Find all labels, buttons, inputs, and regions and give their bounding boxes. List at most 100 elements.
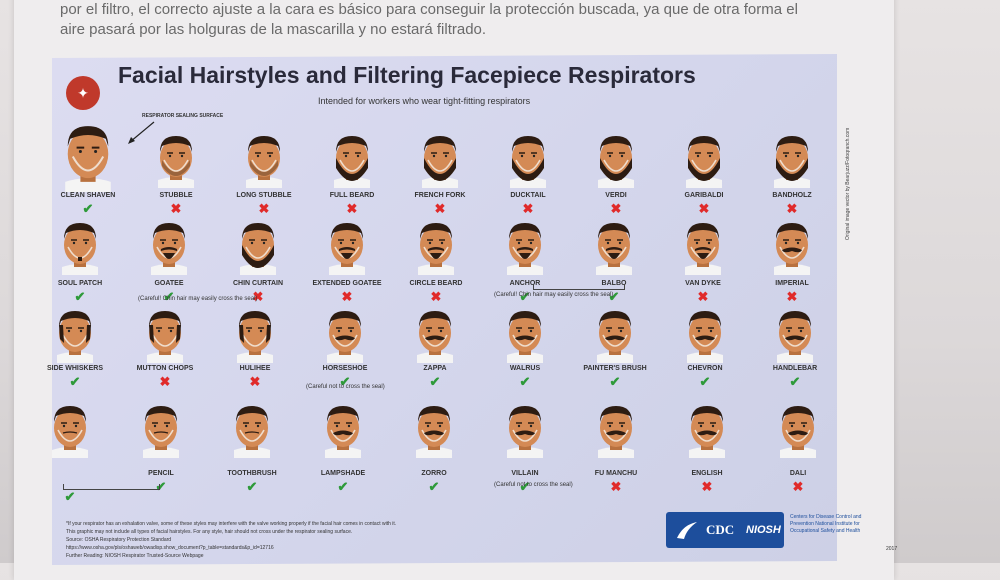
hairstyle-label: EXTENDED GOATEE — [312, 280, 382, 287]
check-icon: ✔ — [609, 374, 621, 389]
check-icon: ✔ — [337, 479, 349, 494]
hairstyle-label: HORSESHOE — [322, 365, 368, 372]
poster-code: 2017 — [886, 546, 898, 552]
hairstyle-label: BANDHOLZ — [772, 192, 812, 199]
check-icon: ✔ — [789, 374, 801, 389]
check-icon: ✔ — [82, 201, 94, 216]
cross-icon: ✖ — [786, 289, 798, 304]
hairstyle-label: CHEVRON — [687, 365, 723, 372]
face-illustration — [44, 398, 96, 458]
face-illustration — [408, 398, 460, 458]
cross-icon: ✖ — [786, 201, 798, 216]
check-icon: ✔ — [699, 374, 711, 389]
face-illustration — [588, 215, 640, 275]
hairstyle-label: WALRUS — [509, 365, 541, 372]
hairstyle-label: SOUL PATCH — [57, 280, 103, 287]
hairstyle-label: GARIBALDI — [684, 192, 724, 199]
image-credit: Original image vector by Bearjuzz/Fotoqr… — [845, 127, 851, 240]
hairstyle-label: LAMPSHADE — [320, 470, 366, 477]
cross-icon: ✖ — [701, 479, 713, 494]
cross-icon: ✖ — [610, 201, 622, 216]
hairstyle-label: IMPERIAL — [775, 280, 809, 287]
hairstyle-label: CIRCLE BEARD — [409, 280, 463, 287]
cross-icon: ✖ — [341, 289, 353, 304]
face-illustration — [499, 303, 551, 363]
cross-icon: ✖ — [249, 374, 261, 389]
hairstyle-label: FRENCH FORK — [414, 192, 466, 199]
face-illustration — [590, 398, 642, 458]
hairstyle-label: HULIHEE — [239, 365, 271, 372]
cross-icon: ✖ — [792, 479, 804, 494]
poster-footnotes: *If your respirator has an exhalation va… — [66, 520, 546, 560]
face-illustration — [319, 303, 371, 363]
face-illustration — [409, 303, 461, 363]
cdc-logo-text: CDC — [706, 522, 735, 537]
anchor-balbo-bracket — [533, 284, 625, 290]
cross-icon: ✖ — [698, 201, 710, 216]
face-illustration — [54, 116, 122, 192]
hhs-eagle-icon — [677, 522, 697, 539]
goatee-note: (Careful! Chin hair may easily cross the… — [138, 296, 258, 302]
face-illustration — [135, 398, 187, 458]
face-illustration — [502, 128, 554, 188]
pencil-bracket — [63, 484, 160, 490]
hairstyle-label: STUBBLE — [159, 192, 193, 199]
hairstyle-label: HANDLEBAR — [772, 365, 818, 372]
cross-icon: ✖ — [430, 289, 442, 304]
org-caption: Centers for Disease Control and Preventi… — [790, 514, 862, 534]
face-illustration — [681, 398, 733, 458]
hairstyle-label: FU MANCHU — [594, 470, 638, 477]
cross-icon: ✖ — [697, 289, 709, 304]
horseshoe-note: (Careful not to cross the seal) — [306, 384, 385, 390]
check-icon: ✔ — [428, 479, 440, 494]
hairstyle-label: DALI — [789, 470, 807, 477]
face-illustration — [317, 398, 369, 458]
villain-note: (Careful not to cross the seal) — [494, 482, 573, 488]
hairstyle-label: GOATEE — [154, 280, 184, 287]
article-line-2: aire pasará por las holguras de la masca… — [60, 21, 487, 38]
hairstyle-label: LONG STUBBLE — [236, 192, 292, 199]
face-illustration — [414, 128, 466, 188]
face-illustration — [410, 215, 462, 275]
footnote: This graphic may not include all types o… — [66, 529, 353, 535]
cross-icon: ✖ — [522, 201, 534, 216]
cross-icon: ✖ — [258, 201, 270, 216]
hairstyle-label: CLEAN SHAVEN — [60, 192, 116, 199]
face-illustration — [226, 398, 278, 458]
sealing-surface-label: RESPIRATOR SEALING SURFACE — [142, 113, 224, 119]
face-illustration — [499, 398, 551, 458]
face-illustration — [150, 128, 202, 188]
check-icon: ✔ — [519, 374, 531, 389]
face-illustration — [590, 128, 642, 188]
hairstyle-label: SIDE WHISKERS — [46, 365, 104, 372]
cdc-niosh-logo: CDC NIOSH — [666, 512, 784, 548]
cross-icon: ✖ — [159, 374, 171, 389]
face-illustration — [229, 303, 281, 363]
poster-subtitle: Intended for workers who wear tight-fitt… — [318, 96, 531, 106]
anchor-balbo-note: (Careful! Chin hair may easily cross the… — [494, 292, 614, 298]
poster-title: Facial Hairstyles and Filtering Facepiec… — [118, 62, 696, 88]
face-illustration — [677, 215, 729, 275]
hairstyle-label: ZORRO — [421, 470, 447, 477]
face-illustration — [54, 215, 106, 275]
hairstyle-label: MUTTON CHOPS — [136, 365, 194, 372]
hairstyle-label: PAINTER'S BRUSH — [583, 365, 647, 372]
face-illustration — [499, 215, 551, 275]
cross-icon: ✖ — [434, 201, 446, 216]
hairstyle-label: ZAPPA — [423, 365, 447, 372]
article-text: por el filtro, el correcto ajuste a la c… — [60, 0, 840, 40]
check-icon: ✔ — [69, 374, 81, 389]
footnote: *If your respirator has an exhalation va… — [66, 521, 397, 527]
face-illustration — [589, 303, 641, 363]
hairstyle-label: VILLAIN — [511, 470, 539, 477]
face-illustration — [678, 128, 730, 188]
footnote: Source: OSHA Respiratory Protection Stan… — [66, 537, 172, 543]
check-icon: ✔ — [429, 374, 441, 389]
footnote: Further Reading: NIOSH Respirator Truste… — [66, 553, 204, 559]
cross-icon: ✖ — [170, 201, 182, 216]
face-illustration — [143, 215, 195, 275]
hairstyle-label: FULL BEARD — [329, 192, 375, 199]
face-illustration — [772, 398, 824, 458]
face-illustration — [766, 215, 818, 275]
niosh-logo-text: NIOSH — [746, 524, 781, 536]
